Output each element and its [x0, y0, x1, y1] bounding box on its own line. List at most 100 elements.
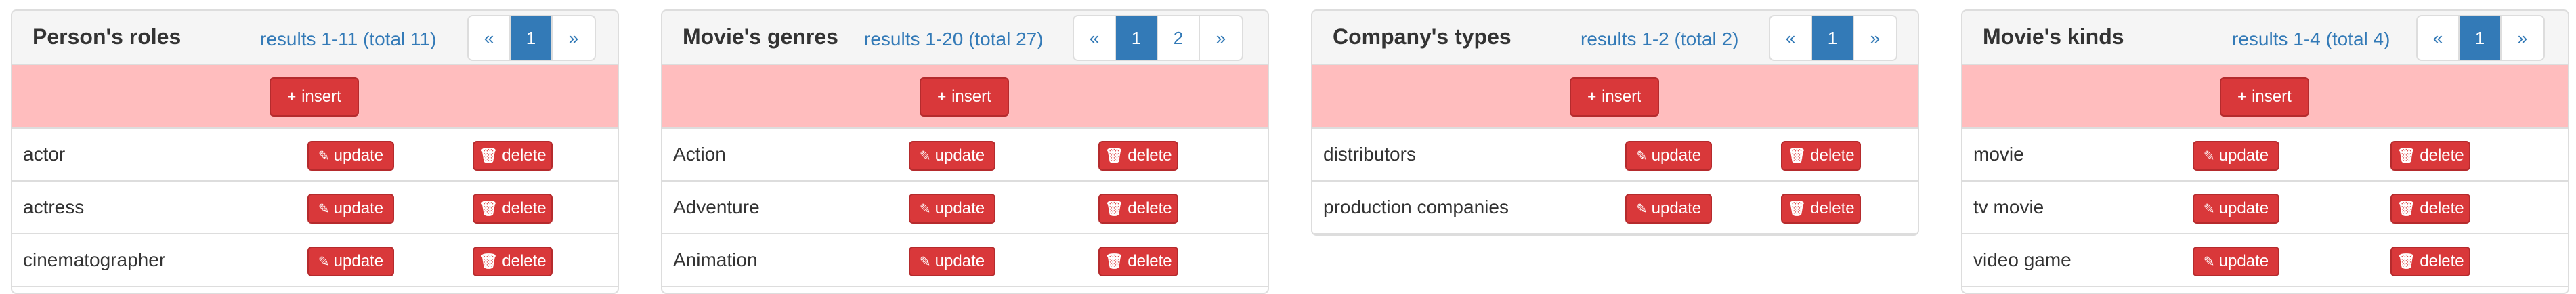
results-summary[interactable]: results 1-4 (total 4)	[2232, 28, 2390, 50]
trash-icon: 🗑	[1787, 147, 1807, 164]
delete-label: delete	[2420, 199, 2464, 217]
pencil-icon: ✎	[1635, 148, 1648, 164]
trash-icon: 🗑	[1787, 200, 1807, 217]
pager-prev[interactable]: «	[1770, 16, 1812, 60]
insert-button[interactable]: + insert	[270, 77, 359, 117]
row-label: tv movie	[1973, 196, 2044, 217]
table-row: Animation ✎ update 🗑 delete	[662, 234, 1268, 287]
update-button[interactable]: ✎ update	[2193, 247, 2279, 276]
trash-icon: 🗑	[2397, 253, 2416, 270]
pager-page-1[interactable]: 1	[511, 16, 553, 60]
update-button[interactable]: ✎ update	[2193, 141, 2279, 171]
delete-button[interactable]: 🗑 delete	[2390, 194, 2470, 224]
pencil-icon: ✎	[1635, 201, 1648, 217]
plus-icon: +	[287, 88, 297, 105]
table-row: cinematographer ✎ update 🗑 delete	[12, 234, 618, 287]
pencil-icon: ✎	[919, 201, 931, 217]
pagination: « 1 »	[2416, 15, 2545, 61]
panel-title: Movie's kinds	[1983, 24, 2124, 49]
table-row: actor ✎ update 🗑 delete	[12, 129, 618, 182]
update-button[interactable]: ✎ update	[909, 247, 995, 276]
row-label: Adventure	[673, 196, 760, 217]
update-button[interactable]: ✎ update	[307, 247, 394, 276]
update-button[interactable]: ✎ update	[909, 141, 995, 171]
delete-button[interactable]: 🗑 delete	[2390, 247, 2470, 276]
panel-heading: Company's types results 1-2 (total 2) « …	[1312, 11, 1918, 65]
trash-icon: 🗑	[1104, 253, 1124, 270]
row-label: Animation	[673, 249, 758, 270]
results-summary[interactable]: results 1-20 (total 27)	[864, 28, 1044, 50]
update-label: update	[333, 199, 384, 217]
pencil-icon: ✎	[2203, 148, 2215, 164]
update-label: update	[1651, 199, 1702, 217]
pencil-icon: ✎	[919, 148, 931, 164]
trash-icon: 🗑	[1104, 147, 1124, 164]
pager-next[interactable]: »	[2502, 16, 2543, 60]
update-button[interactable]: ✎ update	[909, 194, 995, 224]
page: Person's roles results 1-11 (total 11) «…	[0, 0, 2576, 294]
insert-row: + insert	[1962, 65, 2568, 129]
update-button[interactable]: ✎ update	[1625, 194, 1712, 224]
delete-label: delete	[1810, 146, 1855, 165]
update-button[interactable]: ✎ update	[307, 141, 394, 171]
update-label: update	[2218, 199, 2269, 217]
results-summary[interactable]: results 1-11 (total 11)	[260, 28, 436, 50]
row-label: video game	[1973, 249, 2071, 270]
row-label: distributors	[1323, 144, 1416, 165]
insert-row: + insert	[12, 65, 618, 129]
pager-next[interactable]: »	[1854, 16, 1896, 60]
delete-button[interactable]: 🗑 delete	[2390, 141, 2470, 171]
delete-button[interactable]: 🗑 delete	[1781, 141, 1861, 171]
update-label: update	[1651, 146, 1702, 165]
table-row: tv movie ✎ update 🗑 delete	[1962, 182, 2568, 234]
pager-page-2[interactable]: 2	[1158, 16, 1200, 60]
pager-prev[interactable]: «	[1074, 16, 1116, 60]
pagination: « 1 »	[1769, 15, 1897, 61]
pager-next[interactable]: »	[1200, 16, 1242, 60]
insert-button[interactable]: + insert	[1570, 77, 1659, 117]
update-label: update	[935, 199, 985, 217]
row-label: actress	[23, 196, 85, 217]
trash-icon: 🗑	[2397, 200, 2416, 217]
pager-page-1[interactable]: 1	[1812, 16, 1854, 60]
delete-button[interactable]: 🗑 delete	[1781, 194, 1861, 224]
delete-label: delete	[1128, 199, 1172, 217]
pager-page-1[interactable]: 1	[1116, 16, 1158, 60]
delete-button[interactable]: 🗑 delete	[473, 247, 553, 276]
table-row: production companies ✎ update 🗑 delete	[1312, 182, 1918, 234]
update-button[interactable]: ✎ update	[307, 194, 394, 224]
insert-label: insert	[2252, 87, 2292, 106]
update-button[interactable]: ✎ update	[1625, 141, 1712, 171]
delete-label: delete	[502, 146, 546, 165]
panel-heading: Movie's kinds results 1-4 (total 4) « 1 …	[1962, 11, 2568, 65]
pagination: « 1 »	[467, 15, 596, 61]
pencil-icon: ✎	[2203, 201, 2215, 217]
delete-button[interactable]: 🗑 delete	[1098, 247, 1178, 276]
results-summary[interactable]: results 1-2 (total 2)	[1581, 28, 1738, 50]
row-label: movie	[1973, 144, 2024, 165]
update-label: update	[2218, 146, 2269, 165]
pager-prev[interactable]: «	[2418, 16, 2460, 60]
insert-label: insert	[951, 87, 991, 106]
update-label: update	[333, 252, 384, 270]
update-label: update	[935, 252, 985, 270]
pager-prev[interactable]: «	[469, 16, 511, 60]
panel-companys-types: Company's types results 1-2 (total 2) « …	[1311, 9, 1919, 236]
update-label: update	[935, 146, 985, 165]
update-button[interactable]: ✎ update	[2193, 194, 2279, 224]
delete-button[interactable]: 🗑 delete	[1098, 194, 1178, 224]
insert-label: insert	[1602, 87, 1641, 106]
insert-row: + insert	[662, 65, 1268, 129]
delete-button[interactable]: 🗑 delete	[473, 141, 553, 171]
delete-button[interactable]: 🗑 delete	[1098, 141, 1178, 171]
plus-icon: +	[2237, 88, 2247, 105]
trash-icon: 🗑	[479, 200, 498, 217]
plus-icon: +	[1587, 88, 1597, 105]
pencil-icon: ✎	[318, 148, 330, 164]
insert-button[interactable]: + insert	[2220, 77, 2309, 117]
table-row: actress ✎ update 🗑 delete	[12, 182, 618, 234]
pager-page-1[interactable]: 1	[2460, 16, 2502, 60]
delete-button[interactable]: 🗑 delete	[473, 194, 553, 224]
pager-next[interactable]: »	[553, 16, 595, 60]
insert-button[interactable]: + insert	[920, 77, 1009, 117]
